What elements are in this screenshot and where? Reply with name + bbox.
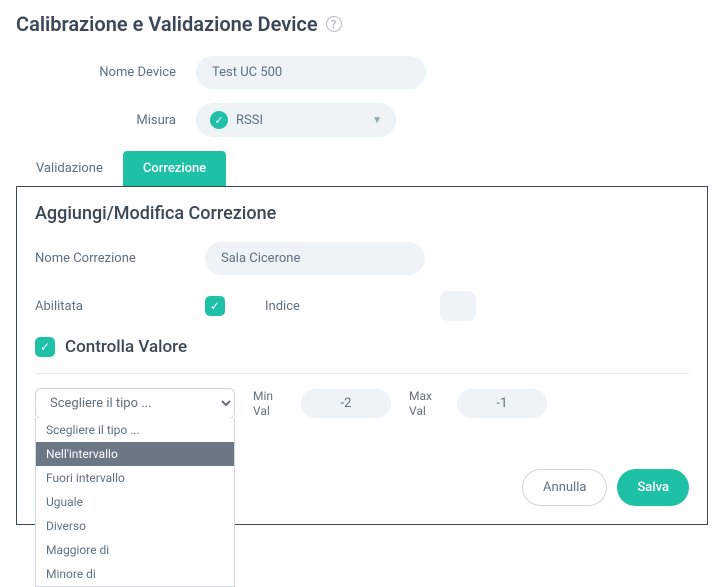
type-select[interactable]: Scegliere il tipo ...: [35, 388, 235, 419]
option-placeholder[interactable]: Scegliere il tipo ...: [36, 418, 234, 442]
cancel-button[interactable]: Annulla: [522, 469, 607, 506]
enabled-label: Abilitata: [35, 299, 205, 314]
measure-select[interactable]: ✓ RSSI ▼: [196, 103, 396, 137]
option-greater[interactable]: Maggiore di: [36, 538, 234, 562]
help-icon[interactable]: ?: [326, 16, 342, 32]
option-in-interval[interactable]: Nell'intervallo: [36, 442, 234, 466]
option-different[interactable]: Diverso: [36, 514, 234, 538]
page-title-text: Calibrazione e Validazione Device: [16, 12, 318, 36]
max-val-label: Max Val: [409, 389, 439, 418]
type-dropdown-list: Scegliere il tipo ... Nell'intervallo Fu…: [35, 418, 235, 587]
control-value-heading: Controlla Valore: [65, 337, 187, 357]
measure-label: Misura: [16, 113, 196, 128]
tab-correzione[interactable]: Correzione: [123, 151, 226, 186]
save-button[interactable]: Salva: [617, 469, 689, 506]
min-val-input[interactable]: [301, 389, 391, 418]
tabs: Validazione Correzione: [16, 151, 708, 186]
index-input[interactable]: [440, 291, 476, 321]
panel-heading: Aggiungi/Modifica Correzione: [35, 203, 689, 224]
correction-panel: Aggiungi/Modifica Correzione Nome Correz…: [16, 186, 708, 525]
divider: [35, 373, 689, 374]
chevron-down-icon: ▼: [372, 115, 382, 126]
page-title: Calibrazione e Validazione Device ?: [16, 12, 708, 36]
min-val-label: Min Val: [253, 389, 283, 418]
enabled-checkbox[interactable]: ✓: [205, 296, 225, 316]
option-out-interval[interactable]: Fuori intervallo: [36, 466, 234, 490]
control-value-checkbox[interactable]: ✓: [35, 337, 55, 357]
tab-validazione[interactable]: Validazione: [16, 151, 123, 186]
option-equal[interactable]: Uguale: [36, 490, 234, 514]
correction-name-label: Nome Correzione: [35, 251, 205, 266]
correction-name-input[interactable]: [205, 242, 425, 275]
measure-value: RSSI: [236, 113, 263, 128]
max-val-input[interactable]: [457, 389, 547, 418]
index-label: Indice: [265, 299, 300, 314]
device-name-label: Nome Device: [16, 65, 196, 80]
check-circle-icon: ✓: [210, 111, 228, 129]
device-name-input[interactable]: [196, 56, 426, 89]
option-less[interactable]: Minore di: [36, 562, 234, 586]
